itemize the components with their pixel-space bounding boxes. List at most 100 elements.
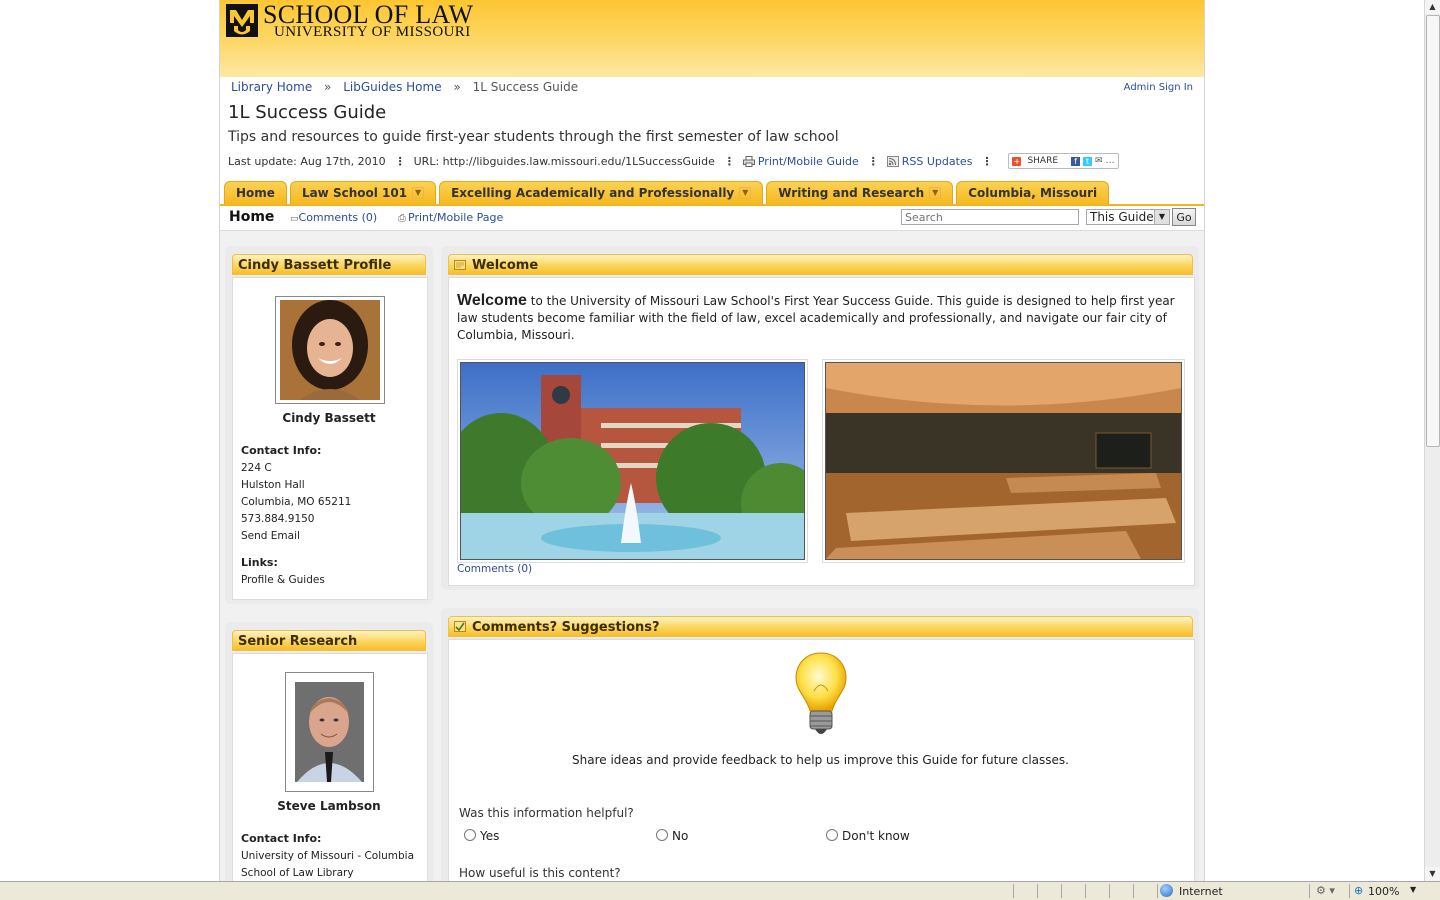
- divider: ⋮: [723, 154, 735, 168]
- search-scope-value: This Guide: [1090, 210, 1154, 224]
- option-dont-know-label: Don't know: [842, 829, 910, 843]
- status-divider: [1157, 884, 1158, 898]
- share-plus-icon: +: [1012, 156, 1022, 166]
- zoom-icon: ⊕: [1354, 884, 1364, 897]
- scroll-up-arrow-icon[interactable]: ▲: [1425, 0, 1440, 14]
- breadcrumb-separator: »: [453, 80, 461, 94]
- courtroom-photo-frame: [822, 359, 1185, 563]
- contact-info-label: Contact Info:: [241, 444, 322, 457]
- admin-sign-in-link[interactable]: Admin Sign In: [1124, 82, 1193, 93]
- tab-law-school-101[interactable]: Law School 101 ▼: [289, 181, 437, 204]
- status-divider: [1133, 884, 1134, 898]
- status-divider: [1309, 884, 1310, 898]
- globe-icon: [1160, 884, 1173, 897]
- campus-photo-frame: [457, 359, 808, 563]
- security-zone-label: Internet: [1179, 885, 1223, 898]
- scroll-down-arrow-icon[interactable]: ▼: [1425, 867, 1440, 881]
- facebook-icon: f: [1071, 156, 1081, 166]
- profile-box-title: Senior Research Librarian: [232, 630, 426, 670]
- zoom-level[interactable]: 100%: [1368, 885, 1399, 898]
- print-mobile-page-link[interactable]: ⎙ Print/Mobile Page: [398, 211, 503, 224]
- option-dont-know[interactable]: Don't know: [826, 829, 910, 843]
- tab-label: Excelling Academically and Professionall…: [451, 186, 735, 200]
- breadcrumb-current: 1L Success Guide: [472, 80, 579, 94]
- tab-excelling[interactable]: Excelling Academically and Professionall…: [439, 181, 764, 204]
- protected-mode-icon[interactable]: ⚙ ▾: [1316, 884, 1335, 897]
- page-title: 1L Success Guide: [228, 102, 387, 123]
- tab-home[interactable]: Home: [224, 181, 287, 204]
- breadcrumb-separator: »: [324, 80, 332, 94]
- send-email-link[interactable]: Send Email: [241, 530, 300, 542]
- contact-line: University of Missouri - Columbia: [241, 850, 415, 862]
- welcome-text: Welcome to the University of Missouri La…: [457, 292, 1177, 344]
- radio-dont-know[interactable]: [826, 829, 838, 841]
- profile-box-title: Cindy Bassett Profile: [232, 254, 426, 275]
- status-divider: [1085, 884, 1086, 898]
- guide-meta-bar: Last update: Aug 17th, 2010 ⋮ URL: http:…: [228, 153, 1119, 169]
- logo-subtitle: UNIVERSITY OF MISSOURI: [274, 24, 471, 40]
- scrollbar-thumb[interactable]: [1426, 15, 1440, 447]
- breadcrumb-libguides-home[interactable]: LibGuides Home: [343, 80, 441, 94]
- guide-description: Tips and resources to guide first-year s…: [228, 129, 839, 145]
- option-yes-label: Yes: [480, 829, 500, 843]
- links-label: Links:: [241, 556, 278, 569]
- radio-no[interactable]: [656, 829, 668, 841]
- printer-icon: [742, 155, 755, 167]
- search-input[interactable]: [901, 209, 1079, 225]
- site-banner: SCHOOL OF LAW UNIVERSITY OF MISSOURI: [220, 0, 1204, 77]
- option-no[interactable]: No: [656, 829, 688, 843]
- last-update-text: Last update: Aug 17th, 2010: [228, 154, 386, 168]
- zoom-dropdown-icon[interactable]: ▼: [1410, 885, 1416, 894]
- tab-columbia[interactable]: Columbia, Missouri: [956, 181, 1110, 204]
- status-divider: [1349, 884, 1350, 898]
- contact-line: Hulston Hall: [241, 479, 305, 491]
- tab-label: Writing and Research: [778, 186, 925, 200]
- current-page-name: Home: [229, 209, 275, 225]
- rss-updates-link[interactable]: RSS Updates: [902, 155, 973, 168]
- printer-icon: ⎙: [398, 213, 406, 224]
- status-divider: [1037, 884, 1038, 898]
- chevron-down-icon[interactable]: ▼: [739, 187, 752, 199]
- profile-name: Steve Lambson: [277, 799, 381, 813]
- feedback-tagline: Share ideas and provide feedback to help…: [572, 753, 1069, 767]
- tab-writing-research[interactable]: Writing and Research ▼: [766, 181, 954, 204]
- welcome-comments-link[interactable]: Comments (0): [457, 563, 532, 575]
- guide-tabs: Home Law School 101 ▼ Excelling Academica…: [224, 181, 1110, 205]
- page-comments-link[interactable]: ▭Comments (0): [290, 211, 377, 224]
- profile-guides-link[interactable]: Profile & Guides: [241, 574, 325, 586]
- contact-line: Columbia, MO 65211: [241, 496, 352, 508]
- search-go-button[interactable]: Go: [1172, 208, 1196, 226]
- contact-line: 224 C: [241, 462, 272, 474]
- poll-icon: [454, 621, 466, 632]
- breadcrumb-library-home[interactable]: Library Home: [231, 80, 312, 94]
- twitter-icon: t: [1083, 156, 1093, 166]
- option-no-label: No: [672, 829, 689, 843]
- status-divider: [1013, 884, 1014, 898]
- question-useful: How useful is this content?: [459, 866, 621, 880]
- contact-line: School of Law Library: [241, 867, 354, 879]
- rss-icon: [886, 155, 899, 167]
- breadcrumb: Library Home » LibGuides Home » 1L Succe…: [231, 80, 578, 94]
- welcome-body: to the University of Missouri Law School…: [457, 294, 1175, 342]
- radio-yes[interactable]: [464, 829, 476, 841]
- status-divider: [1061, 884, 1062, 898]
- status-divider: [1109, 884, 1110, 898]
- print-page-label: Print/Mobile Page: [408, 211, 504, 224]
- mu-logo-icon[interactable]: [226, 4, 258, 37]
- browser-status-bar: Internet ⚙ ▾ ⊕ 100% ▼: [0, 881, 1440, 900]
- chevron-down-icon[interactable]: ▼: [929, 187, 942, 199]
- search-scope-select[interactable]: This Guide ▼: [1086, 209, 1170, 225]
- print-mobile-guide-link[interactable]: Print/Mobile Guide: [758, 155, 859, 168]
- profile-name: Cindy Bassett: [282, 411, 376, 425]
- chevron-down-icon[interactable]: ▼: [1154, 210, 1169, 224]
- chevron-down-icon[interactable]: ▼: [412, 187, 425, 199]
- profile-photo-steve: [285, 672, 374, 792]
- question-helpful: Was this information helpful?: [459, 806, 634, 820]
- profile-photo-image: [295, 682, 364, 782]
- vertical-scrollbar[interactable]: ▲ ▼: [1424, 0, 1440, 881]
- share-label: SHARE: [1027, 156, 1059, 166]
- share-button[interactable]: + SHARE f t ✉ …: [1008, 153, 1119, 169]
- feedback-box-header: Comments? Suggestions?: [448, 616, 1193, 637]
- divider: ⋮: [981, 154, 992, 168]
- option-yes[interactable]: Yes: [464, 829, 499, 843]
